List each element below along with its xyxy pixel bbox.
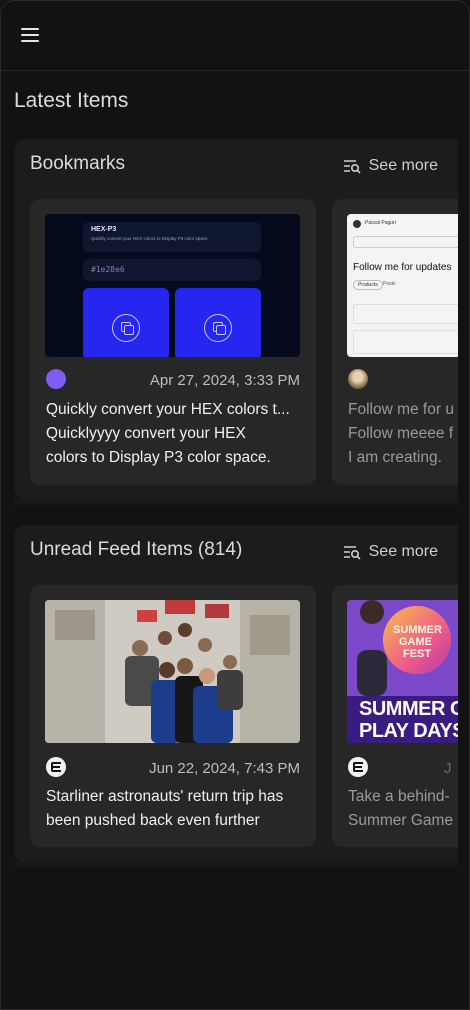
bookmarks-title: Bookmarks	[30, 153, 126, 174]
feed-item-timestamp: Jun 22, 2024, 7:43 PM	[149, 760, 300, 777]
bookmark-card[interactable]: HEX-P3 Quickly convert your HEX colors t…	[30, 199, 316, 485]
section-divider	[14, 499, 458, 505]
bookmark-thumbnail: Pascal Paguri Follow me for updates Prod…	[347, 214, 458, 357]
bookmark-card[interactable]: Pascal Paguri Follow me for updates Prod…	[332, 199, 458, 485]
page-title: Latest Items	[14, 89, 129, 112]
copy-icon	[112, 314, 140, 342]
avatar	[353, 220, 361, 228]
bookmark-title: Quickly convert your HEX colors t... Qui…	[46, 398, 306, 470]
bookmark-title-line: Follow meeee f	[348, 425, 454, 442]
thumb-author: Pascal Paguri	[365, 220, 396, 226]
list-search-icon	[343, 546, 361, 560]
avatar	[348, 369, 368, 389]
feed-item-thumbnail: SUMMER GAME FEST SUMMER GA PLAY DAYS	[347, 600, 458, 743]
bookmark-timestamp: Apr 27, 2024, 3:33 PM	[149, 372, 300, 389]
feed-item-title: Starliner astronauts' return trip has be…	[46, 785, 308, 833]
feed-item-title-line: been pushed back even further	[46, 812, 260, 829]
bookmark-title-line: I am creating.	[348, 449, 442, 466]
feed-item-card[interactable]: Jun 22, 2024, 7:43 PM Starliner astronau…	[30, 585, 316, 847]
thumb-subheading: Quickly convert your HEX colors to Displ…	[91, 236, 209, 241]
feed-item-title-line: Summer Game	[348, 812, 454, 829]
sgf-banner-line2: PLAY DAYS	[359, 720, 458, 742]
feed-see-more-button[interactable]: See more	[343, 543, 438, 561]
bookmark-title-line: colors to Display P3 color space.	[46, 449, 271, 466]
bookmark-title-line: Quickly convert your HEX colors t...	[46, 401, 290, 418]
see-more-label: See more	[368, 543, 438, 560]
unread-feed-section: Unread Feed Items (814) See more Jun 22,…	[14, 525, 458, 863]
feed-item-timestamp: J	[444, 760, 452, 777]
bookmark-title-line: Follow me for u	[348, 401, 454, 418]
thumb-heading: Follow me for updates	[353, 262, 452, 273]
sgf-badge-line2: GAME	[399, 636, 432, 648]
thumb-hex-input: #1e28e6	[91, 265, 125, 274]
sgf-badge-line1: SUMMER	[393, 624, 442, 636]
feed-item-title-line: Starliner astronauts' return trip has	[46, 788, 284, 805]
copy-icon	[204, 314, 232, 342]
feed-item-card[interactable]: SUMMER GAME FEST SUMMER GA PLAY DAYS J T…	[332, 585, 458, 847]
feed-title: Unread Feed Items (814)	[30, 539, 243, 560]
section-divider	[14, 861, 458, 867]
feed-item-title-line: Take a behind-	[348, 788, 450, 805]
thumb-tab-products: Products	[353, 280, 383, 290]
sgf-badge-line3: FEST	[403, 648, 432, 660]
list-search-icon	[343, 160, 361, 174]
the-verge-logo-icon	[46, 757, 66, 777]
bookmarks-see-more-button[interactable]: See more	[343, 157, 438, 175]
avatar	[46, 369, 66, 389]
thumb-heading: HEX-P3	[91, 226, 117, 233]
see-more-label: See more	[368, 157, 438, 174]
sgf-banner-line1: SUMMER GA	[359, 698, 458, 720]
hamburger-menu-icon[interactable]	[21, 23, 47, 47]
astronauts-photo	[45, 600, 300, 743]
bookmark-title-line: Quicklyyyy convert your HEX	[46, 425, 246, 442]
the-verge-logo-icon	[348, 757, 368, 777]
top-bar	[1, 1, 469, 71]
feed-item-title: Take a behind- Summer Game	[348, 785, 458, 833]
bookmark-title: Follow me for u Follow meeee f I am crea…	[348, 398, 458, 470]
app-frame: Latest Items Bookmarks See more HEX-P3 Q…	[0, 0, 470, 1010]
bookmarks-section: Bookmarks See more HEX-P3 Quickly conver…	[14, 139, 458, 501]
bookmark-thumbnail: HEX-P3 Quickly convert your HEX colors t…	[45, 214, 300, 357]
thumb-tab-posts: Posts	[383, 281, 396, 287]
feed-item-thumbnail	[45, 600, 300, 743]
